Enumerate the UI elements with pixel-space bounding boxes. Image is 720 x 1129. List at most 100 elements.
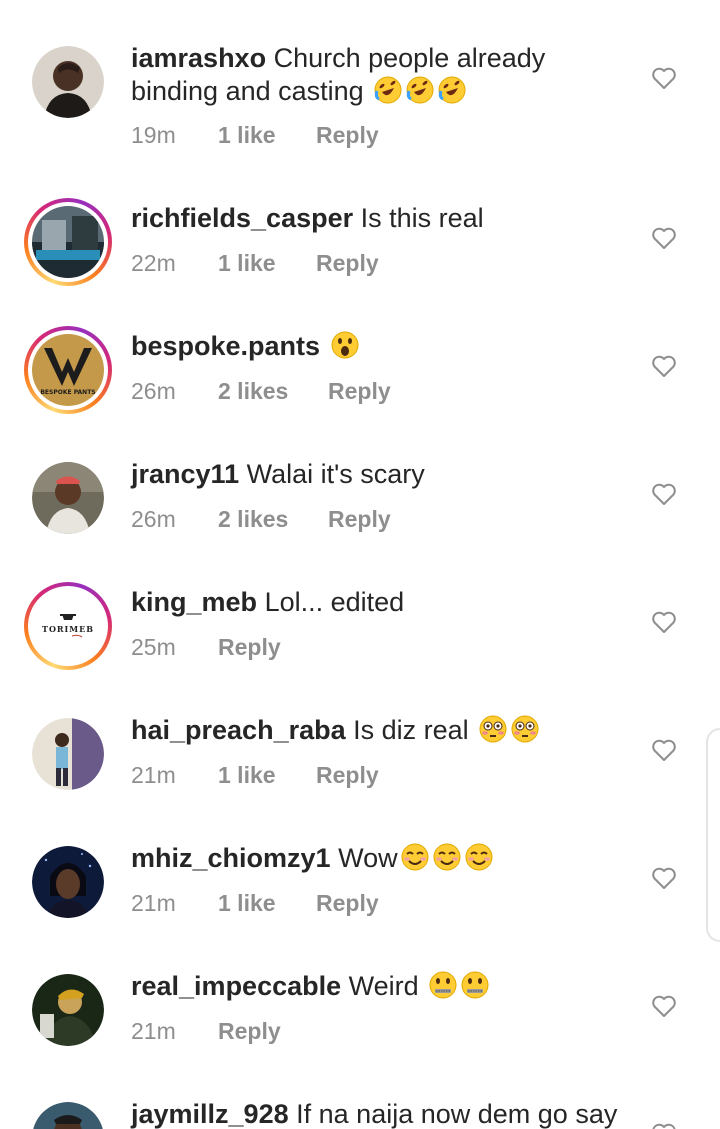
reply-button[interactable]: Reply bbox=[328, 506, 391, 533]
username-link[interactable]: mhiz_chiomzy1 bbox=[131, 843, 331, 873]
avatar[interactable] bbox=[32, 46, 104, 118]
reply-button[interactable]: Reply bbox=[316, 890, 379, 917]
reply-button[interactable]: Reply bbox=[316, 250, 379, 277]
username-link[interactable]: jaymillz_928 bbox=[131, 1099, 289, 1129]
heart-outline-icon[interactable] bbox=[651, 738, 677, 762]
comment-body: Is this real bbox=[360, 203, 484, 233]
rofl-emoji-group bbox=[371, 76, 467, 106]
avatar[interactable] bbox=[32, 846, 104, 918]
heart-outline-icon[interactable] bbox=[651, 866, 677, 890]
avatar-story-ring[interactable]: BESPOKE PANTS bbox=[24, 326, 112, 414]
reply-button[interactable]: Reply bbox=[328, 378, 391, 405]
avatar-story-ring[interactable]: TORIMEB bbox=[24, 582, 112, 670]
comment-text: mhiz_chiomzy1 Wow bbox=[131, 842, 631, 875]
comment-time: 25m bbox=[131, 634, 176, 660]
comment-text: jaymillz_928 If na naija now dem go say bbox=[131, 1098, 631, 1129]
reply-button[interactable]: Reply bbox=[218, 634, 281, 661]
comment-text: bespoke.pants bbox=[131, 330, 631, 363]
avatar-image: TORIMEB bbox=[32, 590, 104, 662]
comment-item: BESPOKE PANTS bespoke.pants 26m 2 likes … bbox=[0, 286, 720, 414]
heart-outline-icon[interactable] bbox=[651, 610, 677, 634]
heart-outline-icon[interactable] bbox=[651, 994, 677, 1018]
comment-time: 22m bbox=[131, 250, 176, 276]
username-link[interactable]: real_impeccable bbox=[131, 971, 341, 1001]
comment-meta: 21m Reply bbox=[131, 1018, 281, 1045]
username-link[interactable]: richfields_casper bbox=[131, 203, 353, 233]
username-link[interactable]: hai_preach_raba bbox=[131, 715, 346, 745]
flushed-emoji-icon bbox=[511, 715, 539, 743]
likes-count[interactable]: 1 like bbox=[218, 122, 316, 149]
comment-body: Wow bbox=[338, 843, 398, 873]
rofl-emoji-icon bbox=[438, 76, 466, 104]
comment-meta: 19m 1 like Reply bbox=[131, 122, 379, 149]
comment-item: hai_preach_raba Is diz real 21m 1 like R… bbox=[0, 670, 720, 798]
heart-outline-icon[interactable] bbox=[651, 482, 677, 506]
avatar-image bbox=[32, 206, 104, 278]
rofl-emoji-icon bbox=[406, 76, 434, 104]
heart-outline-icon[interactable] bbox=[651, 66, 677, 90]
blush-emoji-icon bbox=[465, 843, 493, 871]
comment-item: mhiz_chiomzy1 Wow 21m 1 like Reply bbox=[0, 798, 720, 926]
avatar-story-ring[interactable] bbox=[24, 198, 112, 286]
edge-scroll-handle[interactable] bbox=[706, 728, 720, 942]
heart-outline-icon[interactable] bbox=[651, 1122, 677, 1129]
comment-time: 21m bbox=[131, 1018, 176, 1044]
comment-meta: 26m 2 likes Reply bbox=[131, 378, 391, 405]
avatar-image bbox=[32, 1102, 104, 1129]
avatar[interactable] bbox=[32, 462, 104, 534]
avatar[interactable] bbox=[32, 974, 104, 1046]
username-link[interactable]: jrancy11 bbox=[131, 459, 239, 489]
comment-meta: 21m 1 like Reply bbox=[131, 890, 379, 917]
comment-item: jrancy11 Walai it's scary 26m 2 likes Re… bbox=[0, 414, 720, 542]
avatar[interactable] bbox=[32, 1102, 104, 1129]
avatar-image bbox=[32, 46, 104, 118]
likes-count[interactable]: 1 like bbox=[218, 890, 316, 917]
likes-count[interactable]: 2 likes bbox=[218, 378, 328, 405]
avatar-image bbox=[32, 846, 104, 918]
comment-text: richfields_casper Is this real bbox=[131, 202, 631, 235]
comment-body: Weird bbox=[348, 971, 419, 1001]
comment-text: real_impeccable Weird bbox=[131, 970, 631, 1003]
zipper-mouth-emoji-icon bbox=[461, 971, 489, 999]
zipper-mouth-emoji-group bbox=[426, 971, 490, 1001]
comment-body: Is diz real bbox=[353, 715, 469, 745]
comment-item: TORIMEB king_meb Lol... edited 25m Reply bbox=[0, 542, 720, 670]
avatar-image bbox=[32, 974, 104, 1046]
reply-button[interactable]: Reply bbox=[316, 122, 379, 149]
likes-count[interactable]: 1 like bbox=[218, 762, 316, 789]
username-link[interactable]: iamrashxo bbox=[131, 43, 266, 73]
open-mouth-emoji-icon bbox=[331, 331, 359, 359]
comment-text: jrancy11 Walai it's scary bbox=[131, 458, 631, 491]
reply-button[interactable]: Reply bbox=[218, 1018, 281, 1045]
heart-outline-icon[interactable] bbox=[651, 354, 677, 378]
comment-time: 21m bbox=[131, 890, 176, 916]
likes-count[interactable]: 1 like bbox=[218, 250, 316, 277]
comment-body: If na naija now dem go say bbox=[296, 1099, 618, 1129]
heart-outline-icon[interactable] bbox=[651, 226, 677, 250]
comment-text: hai_preach_raba Is diz real bbox=[131, 714, 631, 747]
avatar-image bbox=[32, 462, 104, 534]
avatar[interactable] bbox=[32, 718, 104, 790]
comment-item: real_impeccable Weird 21m Reply bbox=[0, 926, 720, 1054]
comment-item: iamrashxo Church people already binding … bbox=[0, 30, 720, 158]
username-link[interactable]: bespoke.pants bbox=[131, 331, 320, 361]
rofl-emoji-icon bbox=[374, 76, 402, 104]
comment-meta: 21m 1 like Reply bbox=[131, 762, 379, 789]
comment-body: Lol... edited bbox=[264, 587, 405, 617]
flushed-emoji-icon bbox=[479, 715, 507, 743]
comment-meta: 26m 2 likes Reply bbox=[131, 506, 391, 533]
zipper-mouth-emoji-icon bbox=[429, 971, 457, 999]
avatar-image: BESPOKE PANTS bbox=[32, 334, 104, 406]
comment-time: 26m bbox=[131, 506, 176, 532]
comment-meta: 22m 1 like Reply bbox=[131, 250, 379, 277]
comment-text: iamrashxo Church people already binding … bbox=[131, 42, 631, 108]
comment-time: 21m bbox=[131, 762, 176, 788]
comment-item: richfields_casper Is this real 22m 1 lik… bbox=[0, 158, 720, 286]
comment-meta: 25m Reply bbox=[131, 634, 281, 661]
flushed-emoji-group bbox=[476, 715, 540, 745]
reply-button[interactable]: Reply bbox=[316, 762, 379, 789]
comment-time: 26m bbox=[131, 378, 176, 404]
blush-emoji-icon bbox=[433, 843, 461, 871]
likes-count[interactable]: 2 likes bbox=[218, 506, 328, 533]
username-link[interactable]: king_meb bbox=[131, 587, 257, 617]
